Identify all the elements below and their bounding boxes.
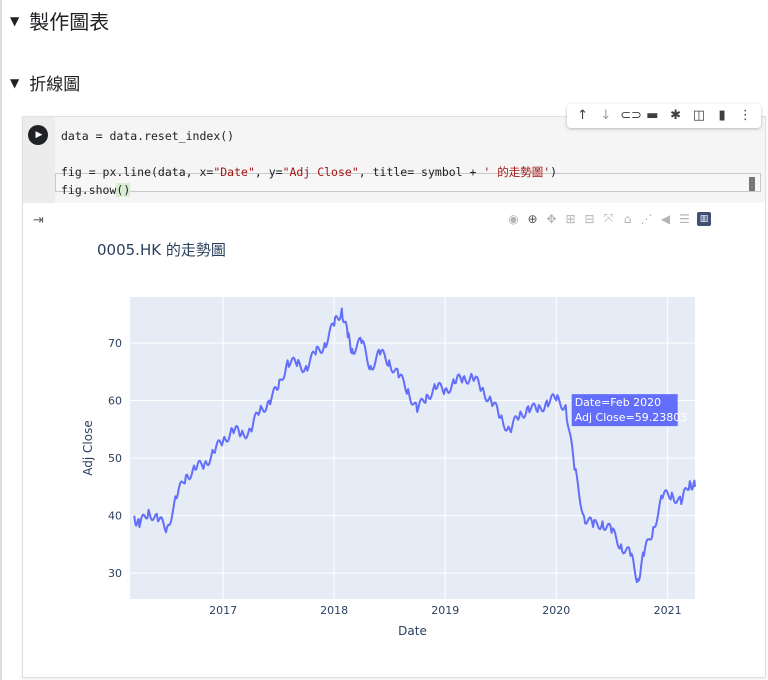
x-axis-label: Date [398, 624, 427, 638]
x-tick-labels: 2017 2018 2019 2020 2021 [209, 604, 682, 617]
hover-tooltip: Date=Feb 2020 Adj Close=59.23803 [571, 394, 688, 427]
code-line-2: fig = px.line(data, x="Date", y="Adj Clo… [61, 165, 558, 179]
settings-icon[interactable]: ✱ [667, 106, 685, 126]
collapse-caret-icon[interactable]: ▼ [10, 76, 19, 90]
more-icon[interactable]: ⋮ [736, 106, 754, 126]
section-title: 製作圖表 [29, 10, 110, 34]
editor-scrollbar[interactable] [749, 177, 755, 191]
code-line-1: data = data.reset_index() [61, 129, 235, 143]
subsection-heading[interactable]: ▼ 折線圖 [10, 70, 80, 95]
x-tick-label: 2018 [320, 604, 348, 617]
mirror-cell-icon[interactable]: ◫ [690, 106, 708, 126]
notebook-left-rule [0, 0, 2, 680]
code-text: data = data.reset_index() fig = px.line(… [61, 127, 557, 199]
code-line-3: fig.show() [61, 183, 131, 197]
comment-icon[interactable]: ▬ [643, 106, 661, 126]
y-tick-label: 50 [108, 452, 122, 465]
y-tick-label: 70 [108, 337, 122, 350]
y-tick-label: 40 [108, 510, 122, 523]
y-tick-labels: 30 40 50 60 70 [108, 337, 122, 580]
x-tick-label: 2017 [209, 604, 237, 617]
delete-icon[interactable]: ▮ [713, 106, 731, 126]
hover-date-text: Date=Feb 2020 [575, 396, 661, 409]
cell-toolbar: ↑ ↓ ⊂⊃ ▬ ✱ ◫ ▮ ⋮ [567, 104, 761, 128]
y-tick-label: 30 [108, 567, 122, 580]
arrow-up-icon[interactable]: ↑ [574, 106, 592, 126]
arrow-down-icon[interactable]: ↓ [597, 106, 615, 126]
x-tick-label: 2021 [654, 604, 682, 617]
cell-gutter: ▶ [23, 117, 55, 203]
line-chart[interactable]: 2017 2018 2019 2020 2021 30 40 50 60 70 Date Adj… [23, 217, 763, 677]
x-tick-label: 2019 [431, 604, 459, 617]
y-tick-label: 60 [108, 395, 122, 408]
code-cell: ▶ data = data.reset_index() fig = px.lin… [22, 116, 766, 678]
hover-value-text: Adj Close=59.23803 [575, 411, 688, 424]
run-cell-button[interactable]: ▶ [28, 125, 48, 145]
y-axis-label: Adj Close [81, 420, 95, 475]
collapse-caret-icon[interactable]: ▼ [10, 14, 19, 28]
link-icon[interactable]: ⊂⊃ [620, 106, 642, 126]
code-editor[interactable]: data = data.reset_index() fig = px.line(… [55, 117, 765, 203]
x-tick-label: 2020 [542, 604, 570, 617]
subsection-title: 折線圖 [29, 75, 81, 95]
section-heading[interactable]: ▼ 製作圖表 [10, 6, 109, 35]
plot-background [130, 297, 695, 599]
